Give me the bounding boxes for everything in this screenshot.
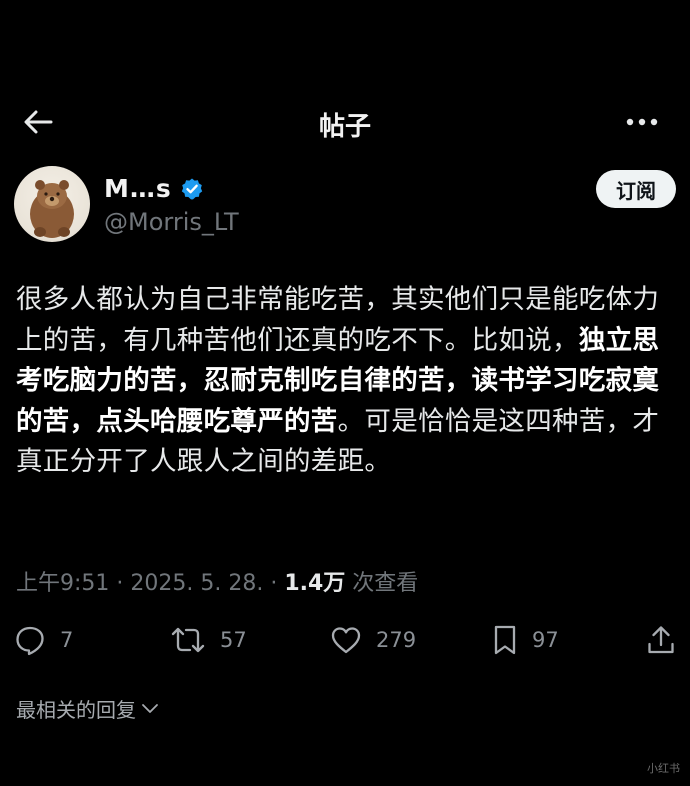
- chevron-down-icon: [142, 703, 158, 713]
- avatar[interactable]: [14, 166, 90, 242]
- page-title: 帖子: [318, 112, 371, 142]
- post-meta: 上午9:51 · 2025. 5. 28. · 1.4万 次查看: [16, 565, 418, 597]
- repost-icon: [171, 627, 205, 653]
- like-count: 279: [376, 628, 417, 652]
- bookmark-icon: [494, 625, 516, 655]
- display-name[interactable]: M…s: [104, 174, 172, 203]
- share-button[interactable]: [646, 620, 676, 660]
- reply-button[interactable]: 7: [14, 620, 73, 660]
- author-row: M…s @Morris_LT 订阅: [14, 166, 676, 246]
- action-bar: 7 57 279 97: [0, 620, 690, 660]
- post-text: 很多人都认为自己非常能吃苦，其实他们只是能吃体力上的苦，有几种苦他们还真的吃不下…: [16, 280, 666, 483]
- view-count: 1.4万: [284, 571, 346, 596]
- repost-count: 57: [220, 628, 247, 652]
- more-options-button[interactable]: [622, 108, 662, 136]
- verified-badge-icon: [181, 178, 202, 199]
- like-button[interactable]: 279: [330, 620, 416, 660]
- share-icon: [648, 626, 674, 654]
- bear-avatar-icon: [30, 180, 74, 238]
- bookmark-button[interactable]: 97: [492, 620, 559, 660]
- replies-sort-label: 最相关的回复: [16, 698, 136, 722]
- more-dots-icon: [626, 118, 658, 126]
- bookmark-count: 97: [532, 628, 559, 652]
- post-timestamp[interactable]: 上午9:51 · 2025. 5. 28. ·: [16, 571, 284, 596]
- comment-icon: [16, 626, 44, 656]
- heart-icon: [331, 627, 361, 654]
- subscribe-button[interactable]: 订阅: [596, 170, 676, 208]
- post-screen: 帖子 M…s @Morris_LT 订阅 很多人都认为自己非常能吃苦，其实他们只…: [0, 0, 690, 786]
- name-row: M…s: [104, 174, 204, 203]
- user-handle[interactable]: @Morris_LT: [104, 208, 239, 236]
- reply-count: 7: [60, 628, 74, 652]
- view-count-label: 次查看: [345, 571, 419, 596]
- post-text-segment: 很多人都认为自己非常能吃苦，其实他们只是能吃体力上的苦，有几种苦他们还真的吃不下…: [16, 284, 660, 356]
- replies-sort-dropdown[interactable]: 最相关的回复: [16, 694, 160, 723]
- header: 帖子: [0, 92, 690, 152]
- watermark: 小红书: [647, 762, 680, 775]
- repost-button[interactable]: 57: [170, 620, 247, 660]
